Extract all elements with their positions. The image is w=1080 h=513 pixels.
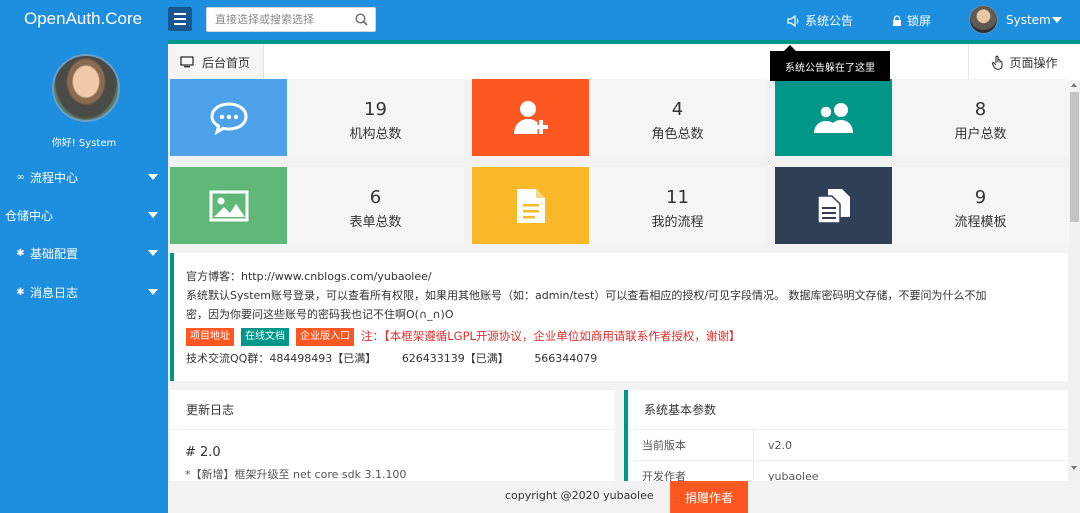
user-name[interactable]: System	[1006, 13, 1051, 27]
stat-label: 表单总数	[349, 215, 402, 230]
stat-value: 9	[974, 187, 987, 208]
license-note: 注：【本框架遵循LGPL开源协议，企业单位如商用请联系作者授权，谢谢】	[361, 329, 741, 343]
info-panel: 官方博客：http://www.cnblogs.com/yubaolee/ 系统…	[170, 253, 1068, 381]
sidebar-item-warehouse[interactable]: 仓储中心	[0, 196, 168, 234]
top-bar: OpenAuth.Core 系统公告 锁屏 System	[0, 0, 1080, 40]
lock-label: 锁屏	[907, 14, 932, 28]
notice-tooltip: 系统公告躲在了这里	[770, 45, 890, 81]
page-operations-label: 页面操作	[1009, 55, 1058, 70]
stat-label: 用户总数	[954, 127, 1007, 142]
image-icon	[170, 167, 287, 244]
tab-home[interactable]: 后台首页	[168, 44, 264, 80]
stat-value: 11	[666, 187, 689, 208]
enterprise-entry-button[interactable]: 企业版入口	[296, 327, 354, 346]
stat-card-my-flows[interactable]: 11 我的流程	[472, 167, 766, 244]
stat-label: 角色总数	[651, 127, 704, 142]
changelog-panel: 更新日志 # 2.0 *【新增】框架升级至 net core sdk 3.1.1…	[170, 390, 615, 485]
sidebar-item-label: 消息日志	[30, 285, 79, 300]
notice-button[interactable]: 系统公告	[787, 12, 853, 29]
scrollbar-thumb[interactable]	[1070, 92, 1079, 222]
lock-screen-button[interactable]: 锁屏	[892, 12, 931, 29]
stat-value: 8	[974, 99, 987, 120]
sidebar-item-label: 仓储中心	[5, 208, 54, 223]
gear-icon: ✱	[16, 247, 25, 259]
user-menu-chevron-down-icon[interactable]	[1052, 17, 1062, 23]
sidebar-item-basic-config[interactable]: ✱ 基础配置	[0, 234, 168, 272]
stat-value: 4	[671, 99, 684, 120]
stat-label: 机构总数	[349, 127, 402, 142]
search-icon[interactable]	[355, 13, 368, 26]
changelog-title: 更新日志	[170, 390, 615, 430]
table-row: 当前版本 v2.0	[628, 429, 1068, 461]
param-value: v2.0	[768, 438, 793, 452]
users-icon	[775, 79, 892, 156]
stat-card-orgs[interactable]: 19 机构总数	[170, 79, 464, 156]
qq-group-3: 566344079	[534, 352, 598, 365]
footer: copyright @2020 yubaolee 捐赠作者	[168, 481, 1080, 513]
version-heading: # 2.0	[185, 445, 221, 460]
speaker-icon	[787, 14, 799, 27]
online-docs-button[interactable]: 在线文档	[241, 327, 289, 346]
copy-icon	[775, 167, 892, 244]
qq-group-1: 技术交流QQ群：484498493【已满】	[186, 352, 377, 365]
scroll-up-icon[interactable]	[1071, 83, 1077, 87]
sidebar-item-workflow[interactable]: ∞ 流程中心	[0, 158, 168, 196]
stat-card-roles[interactable]: 4 角色总数	[472, 79, 766, 156]
chat-icon	[170, 79, 287, 156]
stat-label: 我的流程	[651, 215, 704, 230]
stat-value: 6	[369, 187, 382, 208]
chevron-down-icon	[148, 250, 158, 256]
stat-card-users[interactable]: 8 用户总数	[775, 79, 1069, 156]
project-address-button[interactable]: 项目地址	[186, 327, 234, 346]
scrollbar[interactable]	[1069, 80, 1080, 481]
chevron-down-icon	[148, 289, 158, 295]
sidebar: 你好! System ∞ 流程中心 仓储中心 ✱ 基础配置 ✱ 消息日志	[0, 40, 168, 513]
stat-card-flow-templates[interactable]: 9 流程模板	[775, 167, 1069, 244]
stat-label: 流程模板	[954, 215, 1007, 230]
changelog-item: *【新增】框架升级至 net core sdk 3.1.100	[185, 468, 407, 481]
search-input[interactable]	[215, 8, 355, 31]
infinity-icon: ∞	[16, 171, 25, 183]
greeting: 你好! System	[51, 138, 117, 149]
donate-button[interactable]: 捐赠作者	[670, 481, 748, 513]
description-line: 密，因为你要问这些账号的密码我也记不住啊O(∩_∩)O	[186, 308, 454, 321]
page-operations-button[interactable]: 页面操作	[968, 44, 1080, 80]
chevron-down-icon	[148, 212, 158, 218]
copyright: copyright @2020 yubaolee	[505, 489, 654, 502]
monitor-icon	[180, 56, 194, 68]
notice-label: 系统公告	[805, 14, 854, 28]
sidebar-item-label: 基础配置	[30, 246, 79, 261]
system-params-title: 系统基本参数	[628, 390, 1068, 430]
qq-group-2: 626433139【已满】	[401, 352, 509, 365]
blog-link[interactable]: 官方博客：http://www.cnblogs.com/yubaolee/	[186, 267, 1068, 286]
stat-card-forms[interactable]: 6 表单总数	[170, 167, 464, 244]
sidebar-avatar	[52, 54, 120, 122]
tab-home-label: 后台首页	[202, 55, 251, 70]
lock-icon	[893, 14, 901, 26]
menu-toggle-button[interactable]	[168, 7, 192, 31]
qq-groups: 技术交流QQ群：484498493【已满】 626433139【已满】 5663…	[186, 349, 1068, 368]
search-box[interactable]	[206, 7, 376, 32]
stat-value: 19	[364, 99, 387, 120]
sidebar-item-label: 流程中心	[30, 170, 79, 185]
tab-bar: 后台首页 页面操作	[168, 44, 1080, 80]
chevron-down-icon	[148, 174, 158, 180]
sidebar-item-message-log[interactable]: ✱ 消息日志	[0, 273, 168, 311]
param-key: 当前版本	[628, 429, 754, 461]
scroll-down-icon[interactable]	[1071, 466, 1077, 470]
system-params-panel: 系统基本参数 当前版本 v2.0 开发作者 yubaolee	[624, 390, 1068, 492]
add-user-icon	[472, 79, 589, 156]
hand-pointer-icon	[992, 55, 1004, 70]
user-avatar[interactable]	[969, 5, 998, 34]
description-line: 系统默认System账号登录，可以查看所有权限，如果用其他账号（如：admin/…	[186, 289, 987, 302]
app-logo[interactable]: OpenAuth.Core	[24, 9, 142, 29]
gear-icon: ✱	[16, 286, 25, 298]
document-icon	[472, 167, 589, 244]
